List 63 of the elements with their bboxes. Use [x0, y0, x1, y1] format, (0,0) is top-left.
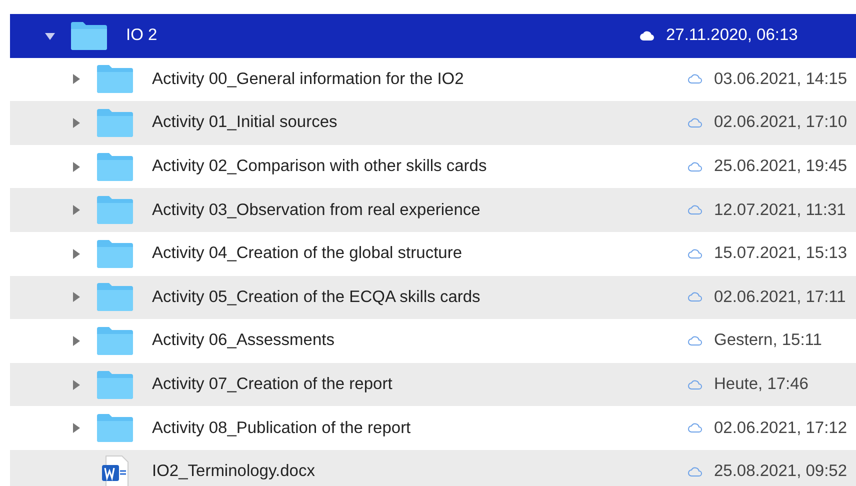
file-name: Activity 07_Creation of the report: [152, 375, 392, 394]
cloud-icon: [688, 292, 702, 302]
expand-caret-icon[interactable]: [70, 160, 82, 173]
file-row[interactable]: Activity 08_Publication of the report 02.06.2021, 17:12: [10, 406, 856, 450]
cloud-icon: [688, 336, 702, 346]
cloud-icon: [640, 30, 654, 41]
file-row[interactable]: IO 2 27.11.2020, 06:13: [10, 14, 856, 58]
file-row[interactable]: Activity 03_Observation from real experience 12.07.2021, 11:31: [10, 188, 856, 232]
file-name: IO2_Terminology.docx: [152, 462, 315, 482]
file-name: Activity 03_Observation from real experience: [152, 200, 480, 220]
folder-icon: [96, 238, 134, 269]
file-name: Activity 01_Initial sources: [152, 113, 338, 132]
cloud-icon: [688, 466, 702, 477]
modified-date: 25.06.2021, 19:45: [714, 157, 848, 176]
expand-caret-icon[interactable]: [70, 73, 82, 86]
file-row[interactable]: Activity 05_Creation of the ECQA skills cards 02.06.2021, 17:11: [10, 276, 856, 320]
folder-icon: [96, 108, 134, 138]
file-row[interactable]: Activity 07_Creation of the report Heute, 17:46: [10, 362, 856, 406]
expand-caret-icon[interactable]: [70, 422, 82, 434]
expand-caret-icon[interactable]: [70, 248, 82, 260]
cloud-icon: [688, 162, 702, 172]
file-row[interactable]: Activity 02_Comparison with other skills cards 25.06.2021, 19:45: [10, 144, 856, 188]
modified-date: 15.07.2021, 15:13: [714, 244, 848, 264]
modified-date: 12.07.2021, 11:31: [714, 200, 846, 220]
file-row[interactable]: Activity 00_General information for the IO2 03.06.2021, 14:15: [10, 58, 856, 102]
file-name: Activity 04_Creation of the global structure: [152, 244, 462, 264]
cloud-icon: [688, 118, 702, 128]
modified-date: 02.06.2021, 17:12: [714, 418, 848, 438]
file-row[interactable]: Activity 04_Creation of the global structure 15.07.2021, 15:13: [10, 232, 856, 276]
folder-icon: [96, 326, 134, 356]
cloud-icon: [688, 423, 702, 434]
modified-date: 02.06.2021, 17:11: [714, 288, 846, 307]
folder-icon: [96, 413, 134, 444]
folder-icon: [96, 64, 134, 94]
cloud-icon: [688, 205, 702, 216]
modified-date: Gestern, 15:11: [714, 331, 822, 350]
folder-icon: [70, 20, 108, 51]
modified-date: 02.06.2021, 17:10: [714, 113, 848, 132]
folder-icon: [96, 152, 134, 182]
cloud-icon: [688, 74, 702, 84]
file-name: Activity 00_General information for the IO2: [152, 70, 464, 89]
file-row[interactable]: Activity 01_Initial sources 02.06.2021, 17:10: [10, 101, 856, 145]
expand-caret-icon[interactable]: [70, 291, 82, 304]
file-name: IO 2: [126, 26, 158, 46]
folder-icon: [96, 195, 134, 226]
modified-date: 03.06.2021, 14:15: [714, 70, 848, 89]
cloud-icon: [688, 248, 702, 259]
file-row[interactable]: Activity 06_Assessments Gestern, 15:11: [10, 319, 856, 363]
file-name: Activity 05_Creation of the ECQA skills cards: [152, 288, 480, 307]
modified-date: 25.08.2021, 09:52: [714, 462, 848, 482]
folder-icon: [96, 370, 134, 400]
expand-caret-icon[interactable]: [70, 378, 82, 391]
expand-caret-icon[interactable]: [70, 116, 82, 129]
cloud-icon: [688, 380, 702, 390]
file-name: Activity 08_Publication of the report: [152, 418, 411, 438]
file-row[interactable]: IO2_Terminology.docx 25.08.2021, 09:52: [10, 450, 856, 486]
expand-caret-icon[interactable]: [70, 334, 82, 347]
file-name: Activity 02_Comparison with other skills cards: [152, 157, 487, 176]
modified-date: Heute, 17:46: [714, 375, 808, 394]
file-name: Activity 06_Assessments: [152, 331, 334, 350]
folder-icon: [96, 282, 134, 312]
modified-date: 27.11.2020, 06:13: [666, 26, 798, 46]
expand-caret-icon[interactable]: [70, 204, 82, 216]
